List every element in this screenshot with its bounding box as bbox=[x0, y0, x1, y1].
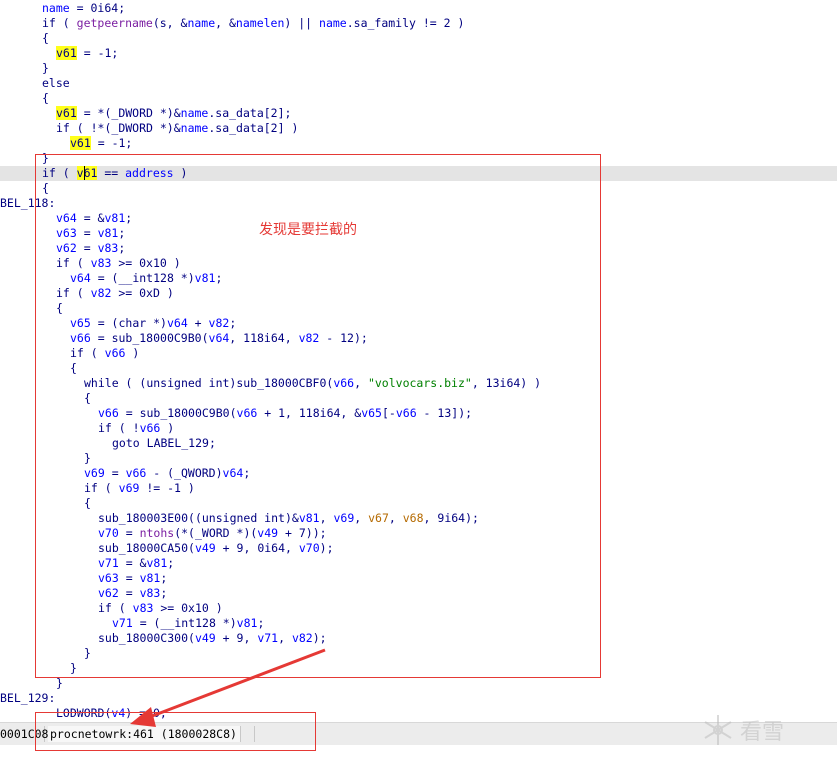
code-line[interactable]: if ( getpeername(s, &name, &namelen) || … bbox=[42, 16, 464, 31]
code-token[interactable]: _DWORD bbox=[111, 106, 153, 120]
code-token: .sa_data[ bbox=[208, 106, 271, 120]
code-token: ; bbox=[111, 46, 119, 60]
code-token: ) || bbox=[284, 16, 320, 30]
intercept-annotation: 发现是要拦截的 bbox=[259, 222, 357, 238]
code-token: ( !*( bbox=[69, 121, 112, 135]
code-token: .sa_data[ bbox=[208, 121, 271, 135]
code-line[interactable]: name = 0i64; bbox=[42, 1, 125, 16]
code-token: ] ) bbox=[277, 121, 299, 135]
code-token: *)& bbox=[152, 106, 181, 120]
code-token: } bbox=[56, 676, 63, 690]
code-token[interactable]: namelen bbox=[236, 16, 284, 30]
code-token[interactable]: if bbox=[56, 121, 70, 135]
code-token[interactable]: _DWORD bbox=[111, 121, 153, 135]
code-line[interactable]: if ( !*(_DWORD *)&name.sa_data[2] ) bbox=[56, 121, 298, 136]
code-token[interactable]: 0i64 bbox=[90, 1, 118, 15]
code-token[interactable]: -1 bbox=[98, 46, 112, 60]
code-token[interactable]: 2 bbox=[444, 16, 451, 30]
snowflake-icon bbox=[704, 715, 732, 745]
code-line[interactable]: } bbox=[42, 61, 49, 76]
code-token: ]; bbox=[277, 106, 292, 120]
code-token: { bbox=[42, 91, 49, 105]
code-token[interactable]: getpeername bbox=[77, 16, 153, 30]
code-token: = bbox=[76, 46, 98, 60]
code-token: ( bbox=[55, 16, 77, 30]
code-token: { bbox=[42, 31, 49, 45]
code-token: ; bbox=[118, 1, 126, 15]
code-token[interactable]: name bbox=[181, 106, 209, 120]
code-line[interactable]: v61 = -1; bbox=[70, 136, 132, 151]
code-line[interactable]: v61 = *(_DWORD *)&name.sa_data[2]; bbox=[56, 106, 291, 121]
code-token[interactable]: else bbox=[42, 76, 70, 90]
code-token[interactable]: 2 bbox=[271, 121, 278, 135]
code-line[interactable]: else bbox=[42, 76, 70, 91]
code-token: *)& bbox=[152, 121, 181, 135]
code-token[interactable]: name bbox=[42, 1, 70, 15]
code-line[interactable]: BEL_129: bbox=[0, 691, 55, 706]
code-line[interactable]: v61 = -1; bbox=[56, 46, 118, 61]
code-token: .sa_family != bbox=[346, 16, 444, 30]
code-token: (s, & bbox=[152, 16, 188, 30]
code-token: , & bbox=[215, 16, 236, 30]
code-token: = *( bbox=[76, 106, 112, 120]
status-annotation-box bbox=[35, 712, 316, 751]
code-line[interactable]: { bbox=[42, 91, 49, 106]
code-token[interactable]: 2 bbox=[271, 106, 278, 120]
code-token: = bbox=[69, 1, 91, 15]
highlighted-identifier[interactable]: v61 bbox=[56, 46, 77, 60]
code-token: ; bbox=[125, 136, 133, 150]
code-line[interactable]: } bbox=[56, 676, 63, 691]
code-token[interactable]: -1 bbox=[112, 136, 126, 150]
watermark-text: 看雪 bbox=[740, 720, 785, 745]
code-token: = bbox=[90, 136, 112, 150]
code-line[interactable]: { bbox=[42, 31, 49, 46]
highlighted-identifier[interactable]: v61 bbox=[56, 106, 77, 120]
code-token[interactable]: name bbox=[187, 16, 215, 30]
code-token: ) bbox=[450, 16, 465, 30]
code-token[interactable]: if bbox=[42, 16, 56, 30]
code-token[interactable]: BEL_129: bbox=[0, 691, 55, 705]
highlighted-identifier[interactable]: v61 bbox=[70, 136, 91, 150]
code-token[interactable]: name bbox=[319, 16, 347, 30]
code-token[interactable]: name bbox=[181, 121, 209, 135]
code-token: } bbox=[42, 61, 49, 75]
watermark: 看雪 bbox=[700, 712, 820, 748]
